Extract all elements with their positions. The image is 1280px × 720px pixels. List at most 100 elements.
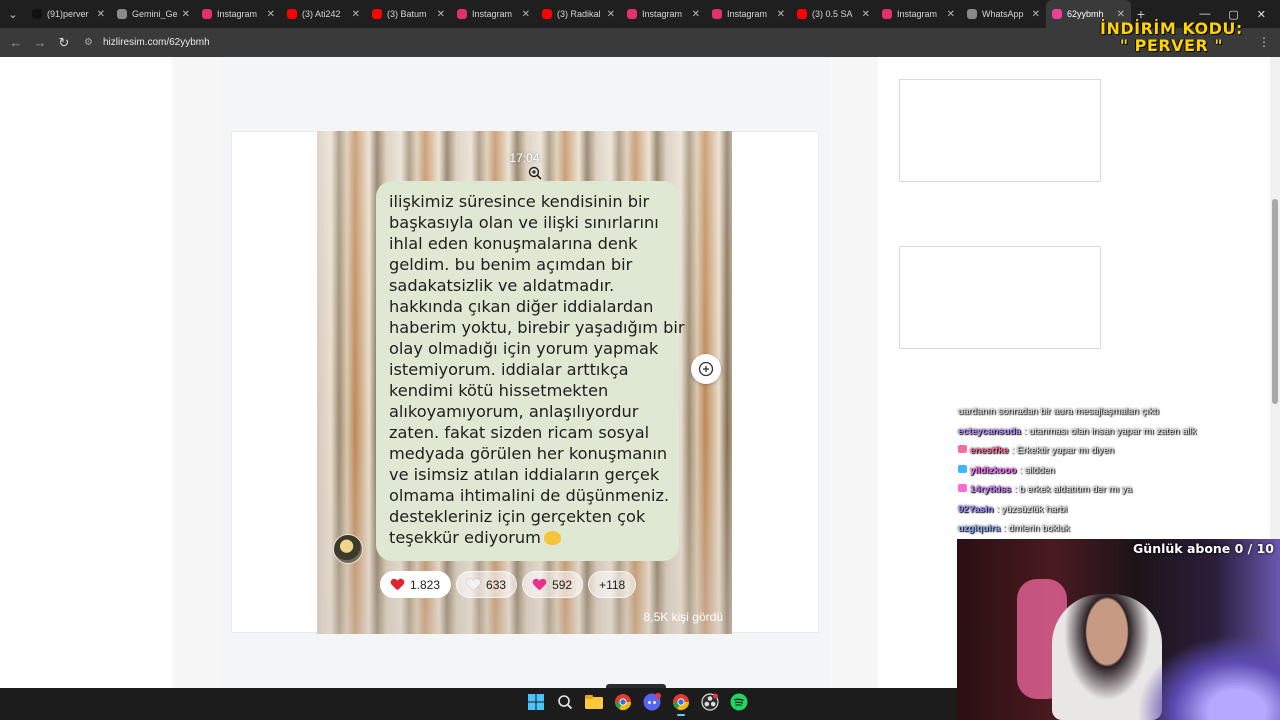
message-line: olay olmadığı için yorum yapmak <box>389 338 667 359</box>
instagram-icon <box>882 9 892 19</box>
message-line: teşekkür ediyorum <box>389 527 667 548</box>
chat-text: : dmlerin bokluk <box>1003 523 1070 534</box>
tab-title: Instagram <box>472 9 513 19</box>
chat-message: 14rytkiss: b erkek aldatıtım der mı ya <box>958 480 1258 500</box>
message-line-text: olay olmadığı için yorum yapmak <box>389 339 659 358</box>
close-tab-icon[interactable]: ✕ <box>607 9 615 20</box>
message-bubble: ilişkimiz süresince kendisinin bir başkas… <box>376 181 685 561</box>
close-tab-icon[interactable]: ✕ <box>522 9 530 20</box>
tab-title: Gemini_Ge <box>132 9 178 19</box>
red-heart-icon <box>391 579 404 591</box>
heart-hands-emoji-icon <box>543 531 561 545</box>
url-field[interactable]: ⚙ hizliresim.com/62yybmh <box>84 37 210 48</box>
chat-text: : sildden <box>1019 464 1055 476</box>
message-line-text: destekleriniz için gerçekten çok <box>389 507 646 526</box>
message-line: ve isimsiz atılan iddiaların gerçek <box>389 464 667 485</box>
chat-message: yildizkooo: sildden <box>958 461 1258 481</box>
seen-count: 8,5K kişi gördü <box>643 610 723 624</box>
spotify-icon[interactable] <box>729 692 749 712</box>
chat-badge-icon <box>958 445 967 453</box>
scrollbar-thumb[interactable] <box>1272 199 1278 404</box>
reload-icon[interactable]: ↻ <box>52 35 76 51</box>
tab-title: Instagram <box>217 9 258 19</box>
chrome-active-icon[interactable] <box>671 692 691 716</box>
reaction-count: +118 <box>599 577 626 592</box>
browser-tab[interactable]: Instagram ✕ <box>451 0 536 28</box>
message-line: destekleriniz için gerçekten çok <box>389 506 667 527</box>
reaction-chip[interactable]: 592 <box>522 571 584 598</box>
kebab-menu-icon[interactable]: ⋮ <box>1258 35 1270 49</box>
browser-tab[interactable]: (3) Batum ✕ <box>366 0 451 28</box>
chat-message: enestfke: Erkektir yapar mı diyen <box>958 441 1258 461</box>
message-line: ihlal eden konuşmalarına denk <box>389 233 667 254</box>
close-tab-icon[interactable]: ✕ <box>862 9 870 20</box>
message-line-text: ihlal eden konuşmalarına denk <box>389 234 638 253</box>
address-bar: ← → ↻ ⚙ hizliresim.com/62yybmh ⋮ <box>0 28 1280 57</box>
story-screenshot[interactable]: 17:04 ilişkimiz süresince kendisinin bir… <box>317 131 732 634</box>
tab-title: (3) Batum <box>387 9 427 19</box>
chat-username: 14rytkiss <box>970 484 1012 495</box>
browser-tab[interactable]: (3) Ati242 ✕ <box>281 0 366 28</box>
chat-username: ecteycansuda <box>958 425 1021 437</box>
browser-tab[interactable]: WhatsApp ✕ <box>961 0 1046 28</box>
browser-tab[interactable]: Instagram ✕ <box>196 0 281 28</box>
instagram-icon <box>202 9 212 19</box>
back-arrow-icon[interactable]: ← <box>4 35 28 50</box>
close-tab-icon[interactable]: ✕ <box>267 9 275 20</box>
message-line-text: geldim. bu benim açımdan bir <box>389 255 633 274</box>
browser-tab[interactable]: (3) 0.5 SA ✕ <box>791 0 876 28</box>
chrome-icon[interactable] <box>613 692 633 712</box>
close-tab-icon[interactable]: ✕ <box>777 9 785 20</box>
white-heart-icon <box>467 579 480 591</box>
message-line: ilişkimiz süresince kendisinin bir <box>389 191 667 212</box>
right-gutter <box>830 57 878 688</box>
message-line-text: kendimi kötü hissetmekten <box>389 381 609 400</box>
close-tab-icon[interactable]: ✕ <box>352 9 360 20</box>
message-line-text: sadakatsizlik ve aldatmadır. <box>389 276 615 295</box>
close-tab-icon[interactable]: ✕ <box>1117 9 1125 20</box>
close-tab-icon[interactable]: ✕ <box>692 9 700 20</box>
forward-arrow-icon[interactable]: → <box>28 35 52 50</box>
browser-tab[interactable]: (91)perver ✕ <box>26 0 111 28</box>
tab-search-chevron-icon[interactable]: ⌄ <box>0 0 26 28</box>
chat-message: 92Yasin: yüzsüzlük harbi <box>958 500 1258 520</box>
zoom-in-icon[interactable] <box>528 166 542 180</box>
add-reaction-button[interactable] <box>691 354 721 384</box>
close-window-icon[interactable]: ✕ <box>1257 8 1266 21</box>
reaction-chip[interactable]: 633 <box>456 571 518 598</box>
tab-title: (91)perver <box>47 9 89 19</box>
browser-tab[interactable]: (3) Radikal ✕ <box>536 0 621 28</box>
close-tab-icon[interactable]: ✕ <box>97 9 105 20</box>
more-reactions-chip[interactable]: +118 <box>588 571 637 598</box>
site-info-icon[interactable]: ⚙ <box>84 37 95 48</box>
discord-icon[interactable] <box>642 692 662 712</box>
browser-tab[interactable]: Gemini_Ge ✕ <box>111 0 196 28</box>
message-line: istemiyorum. iddialar arttıkça <box>389 359 667 380</box>
chat-message: uardanın sonradan bir aura mesajlaşmalar… <box>958 402 1258 422</box>
tab-title: WhatsApp <box>982 9 1024 19</box>
message-line-text: haberim yoktu, birebir yaşadığım bir <box>389 318 685 337</box>
message-line-text: hakkında çıkan diğer iddialardan <box>389 297 654 316</box>
youtube-icon <box>372 9 382 19</box>
browser-tab[interactable]: Instagram ✕ <box>876 0 961 28</box>
close-tab-icon[interactable]: ✕ <box>437 9 445 20</box>
close-tab-icon[interactable]: ✕ <box>1032 9 1040 20</box>
avatar <box>333 534 363 564</box>
file-explorer-icon[interactable] <box>584 692 604 712</box>
chat-text: : utanması olan insan yapar mı zaten all… <box>1023 425 1197 437</box>
message-line-text: başkasıyla olan ve ilişki sınırlarını <box>389 213 659 232</box>
search-icon[interactable] <box>555 692 575 712</box>
stream-promo-overlay: İNDİRİM KODU: " PERVER " <box>1100 20 1243 54</box>
chat-message: uzgiquira: dmlerin bokluk <box>958 519 1258 539</box>
browser-tab[interactable]: Instagram ✕ <box>706 0 791 28</box>
obs-icon[interactable] <box>700 692 720 712</box>
windows-start-icon[interactable] <box>526 692 546 712</box>
close-tab-icon[interactable]: ✕ <box>182 9 190 20</box>
message-line-text: teşekkür ediyorum <box>389 528 541 547</box>
tab-title: Instagram <box>642 9 683 19</box>
browser-tab[interactable]: Instagram ✕ <box>621 0 706 28</box>
message-line: başkasıyla olan ve ilişki sınırlarını <box>389 212 667 233</box>
globe-icon <box>967 9 977 19</box>
close-tab-icon[interactable]: ✕ <box>947 9 955 20</box>
reaction-chip[interactable]: 1.823 <box>380 571 452 598</box>
